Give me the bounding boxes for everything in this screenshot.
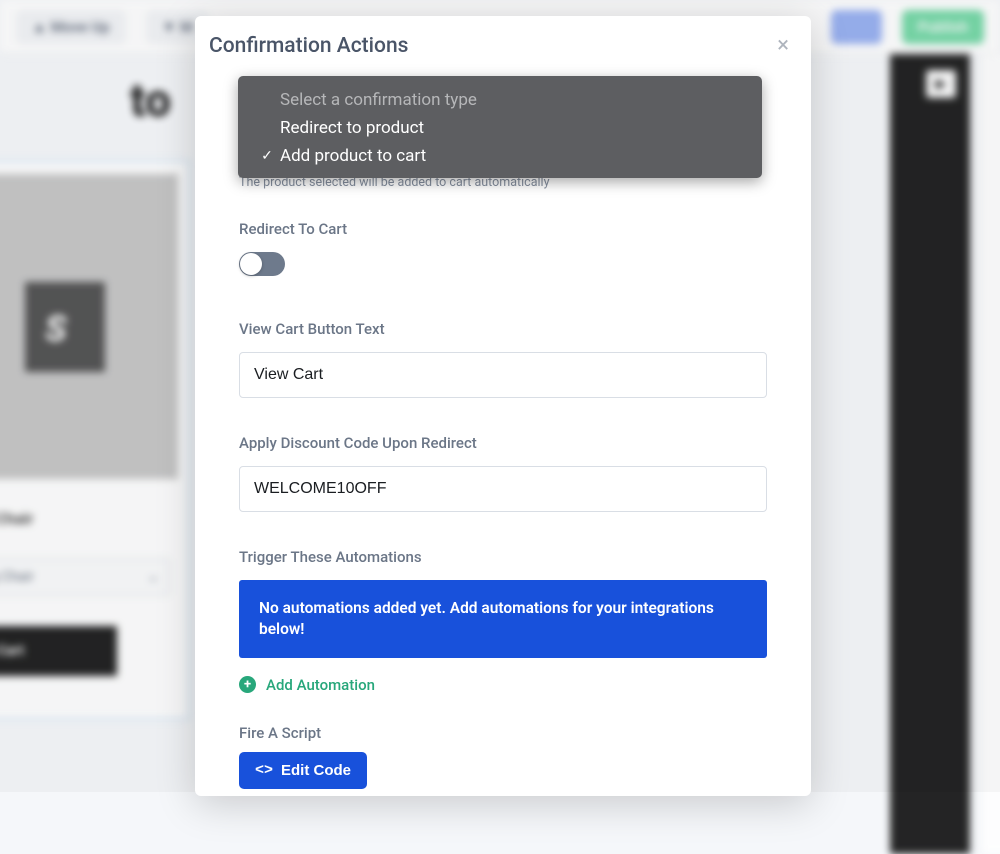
add-automation-label: Add Automation	[266, 676, 375, 694]
dropdown-placeholder: Select a confirmation type	[238, 86, 762, 114]
trigger-automations-label: Trigger These Automations	[239, 548, 767, 566]
dropdown-option-label: Redirect to product	[280, 118, 424, 138]
redirect-to-cart-label: Redirect To Cart	[239, 220, 767, 238]
modal-title: Confirmation Actions	[209, 34, 408, 58]
dropdown-option-redirect-product[interactable]: Redirect to product	[238, 114, 762, 142]
plus-circle-icon: +	[239, 676, 256, 693]
no-automations-alert: No automations added yet. Add automation…	[239, 580, 767, 658]
close-icon[interactable]: ×	[777, 35, 789, 57]
check-icon: ✓	[260, 148, 274, 164]
view-cart-button-text-label: View Cart Button Text	[239, 320, 767, 338]
dropdown-option-label: Add product to cart	[280, 146, 426, 166]
edit-code-label: Edit Code	[281, 762, 351, 779]
modal-body: The product selected will be added to ca…	[195, 175, 811, 789]
confirmation-type-dropdown: Select a confirmation type Redirect to p…	[238, 76, 762, 178]
discount-code-input[interactable]	[239, 466, 767, 512]
code-icon: <>	[255, 762, 273, 779]
modal-header: Confirmation Actions ×	[195, 16, 811, 70]
fire-script-label: Fire A Script	[239, 724, 767, 742]
redirect-to-cart-toggle[interactable]	[239, 252, 285, 276]
dropdown-placeholder-label: Select a confirmation type	[280, 90, 477, 110]
discount-code-label: Apply Discount Code Upon Redirect	[239, 434, 767, 452]
dropdown-option-add-to-cart[interactable]: ✓ Add product to cart	[238, 142, 762, 170]
view-cart-button-text-input[interactable]	[239, 352, 767, 398]
add-automation-button[interactable]: + Add Automation	[239, 676, 767, 694]
edit-code-button[interactable]: <> Edit Code	[239, 752, 367, 789]
toggle-knob	[240, 253, 262, 275]
